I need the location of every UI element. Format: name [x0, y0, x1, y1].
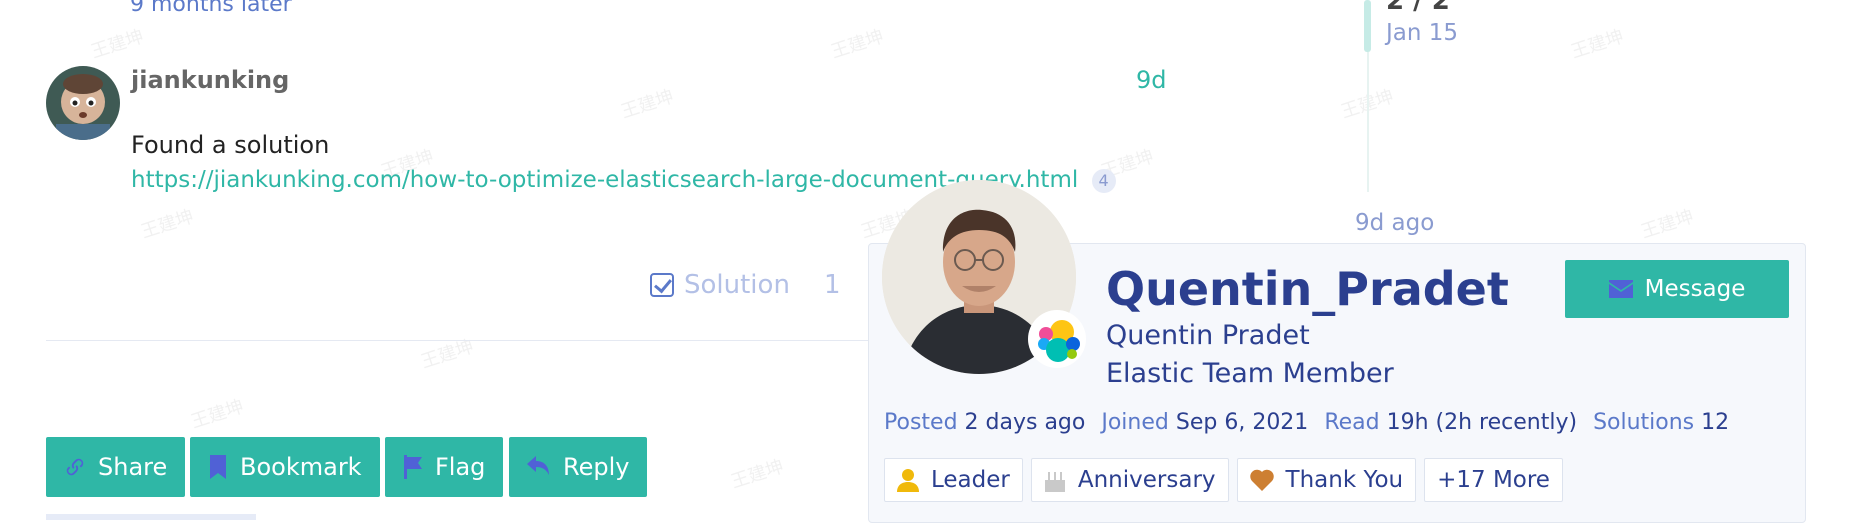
user-card-username[interactable]: Quentin_Pradet — [1106, 262, 1509, 316]
watermark-text: 王建坤 — [618, 86, 677, 123]
user-card-badges: Leader Anniversary Thank You +17 More — [884, 458, 1563, 502]
watermark-text: 王建坤 — [1638, 206, 1697, 243]
flag-label: Flag — [435, 453, 486, 481]
user-icon — [897, 469, 919, 492]
link-icon — [66, 458, 84, 476]
message-button[interactable]: Message — [1565, 260, 1789, 318]
reply-icon — [527, 456, 549, 475]
post-date[interactable]: 9d — [1136, 66, 1167, 94]
elastic-logo-icon — [1028, 310, 1086, 368]
timeline-count: 2 / 2 — [1386, 0, 1450, 16]
flag-icon — [404, 455, 422, 479]
watermark-text: 王建坤 — [88, 26, 147, 63]
avatar[interactable] — [46, 66, 120, 140]
watermark-text: 王建坤 — [138, 206, 197, 243]
checkbox-icon — [650, 273, 674, 297]
cake-icon — [1044, 472, 1065, 492]
badge-leader[interactable]: Leader — [884, 458, 1023, 502]
user-card-title: Elastic Team Member — [1106, 358, 1394, 389]
post-username[interactable]: jiankunking — [131, 66, 289, 94]
watermark-text: 王建坤 — [728, 456, 787, 493]
link-click-count: 4 — [1091, 168, 1116, 193]
bookmark-button[interactable]: Bookmark — [190, 437, 380, 497]
solution-button[interactable]: Solution — [650, 270, 790, 300]
envelope-icon — [1608, 280, 1633, 298]
badge-anniversary[interactable]: Anniversary — [1030, 458, 1229, 502]
bookmark-label: Bookmark — [240, 453, 362, 481]
reply-label: Reply — [563, 453, 630, 481]
share-button[interactable]: Share — [46, 437, 186, 497]
user-card-stats: Posted 2 days ago Joined Sep 6, 2021 Rea… — [884, 410, 1729, 435]
watermark-text: 王建坤 — [188, 396, 247, 433]
timeline-date: Jan 15 — [1386, 20, 1459, 46]
badge-label: Leader — [931, 467, 1010, 493]
timeline-handle[interactable] — [1364, 0, 1371, 52]
stat-read: Read 19h (2h recently) — [1324, 410, 1578, 435]
badge-label: Anniversary — [1077, 467, 1216, 493]
stat-solutions: Solutions 12 — [1593, 410, 1730, 435]
badge-label: +17 More — [1437, 467, 1550, 493]
timeline-ago[interactable]: 9d ago — [1355, 210, 1434, 236]
post-body: Found a solution — [131, 131, 330, 159]
timeline-track[interactable] — [1367, 52, 1369, 192]
watermark-text: 王建坤 — [1568, 26, 1627, 63]
badge-thank-you[interactable]: Thank You — [1236, 458, 1417, 502]
watermark-text: 王建坤 — [828, 26, 887, 63]
time-gap-label: 9 months later — [130, 0, 292, 17]
stat-joined: Joined Sep 6, 2021 — [1101, 410, 1309, 435]
more-badges-button[interactable]: +17 More — [1424, 458, 1563, 502]
share-label: Share — [98, 453, 168, 481]
message-label: Message — [1644, 276, 1746, 302]
badge-label: Thank You — [1285, 467, 1404, 493]
reply-strip — [46, 514, 256, 520]
watermark-text: 王建坤 — [418, 336, 477, 373]
flag-button[interactable]: Flag — [385, 437, 504, 497]
user-card-full-name: Quentin Pradet — [1106, 320, 1310, 351]
stat-posted: Posted 2 days ago — [884, 410, 1086, 435]
solution-label: Solution — [684, 270, 790, 300]
reply-button[interactable]: Reply — [509, 437, 648, 497]
bookmark-icon — [210, 455, 226, 479]
like-count[interactable]: 1 — [824, 270, 841, 300]
heart-icon — [1249, 469, 1274, 491]
